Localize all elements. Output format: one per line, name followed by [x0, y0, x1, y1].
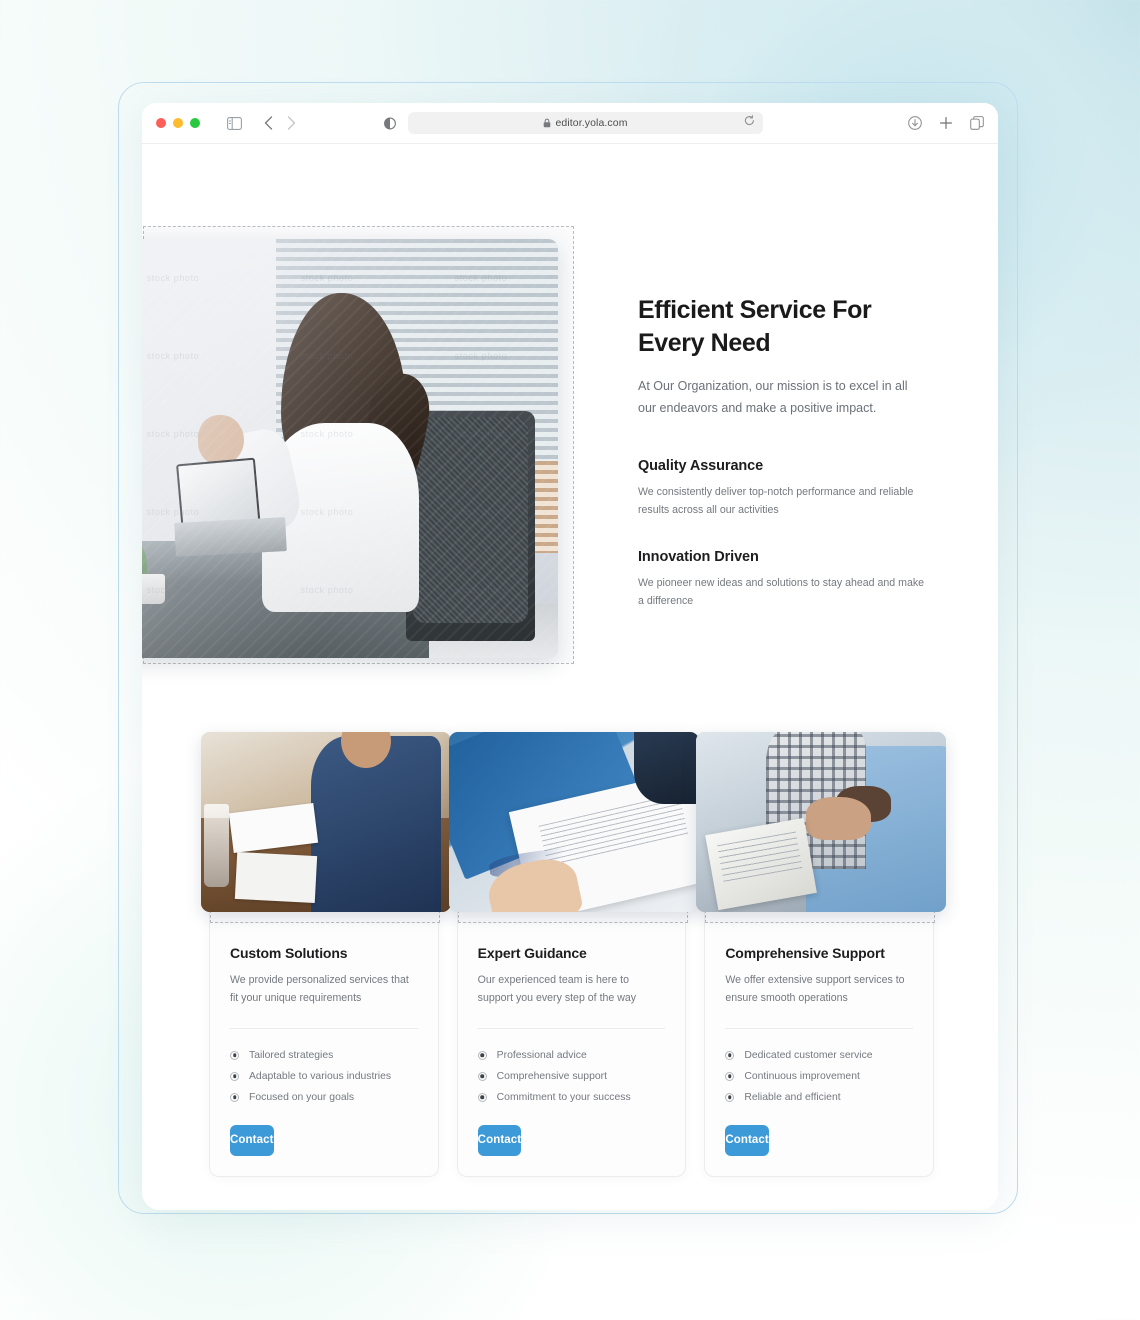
card-image-selection-outline[interactable] [696, 732, 947, 923]
contact-button[interactable]: Contact [230, 1124, 274, 1156]
close-window-button[interactable] [156, 118, 166, 128]
feature-title: Quality Assurance [638, 457, 764, 474]
hero-text-block: Efficient Service For Every Need At Our … [638, 294, 926, 611]
card-image[interactable] [448, 732, 699, 912]
card-bullet-list: Tailored strategies Adaptable to various… [230, 1045, 418, 1108]
address-bar-url: editor.yola.com [555, 117, 628, 129]
plus-icon[interactable] [939, 116, 953, 130]
list-item-label: Tailored strategies [249, 1049, 334, 1061]
toolbar-right-actions [908, 116, 984, 130]
stock-watermark-pattern [142, 239, 558, 658]
hero-lead-text: At Our Organization, our mission is to e… [638, 379, 908, 415]
service-card-custom-solutions[interactable]: Custom Solutions We provide personalized… [201, 732, 451, 1177]
card-bullet-list: Dedicated customer service Continuous im… [725, 1045, 913, 1108]
list-item-label: Dedicated customer service [744, 1049, 873, 1061]
browser-toolbar: editor.yola.com [142, 103, 998, 144]
list-item-label: Commitment to your success [496, 1091, 631, 1103]
card-image-artwork [448, 732, 699, 912]
reader-contrast-icon[interactable] [384, 117, 396, 130]
card-divider [725, 1027, 914, 1029]
card-title: Comprehensive Support [725, 945, 885, 961]
bullet-point-icon [725, 1092, 735, 1102]
feature-quality-assurance: Quality Assurance We consistently delive… [638, 458, 926, 519]
bullet-point-icon [477, 1092, 487, 1102]
list-item: Professional advice [477, 1045, 666, 1066]
card-image[interactable] [201, 732, 451, 912]
card-body: Custom Solutions We provide personalized… [210, 923, 438, 1108]
card-image-artwork [201, 732, 451, 912]
chevron-left-icon[interactable] [264, 116, 273, 130]
contact-button[interactable]: Contact [725, 1124, 769, 1156]
list-item-label: Reliable and efficient [744, 1091, 841, 1103]
card-bullet-list: Professional advice Comprehensive suppor… [477, 1045, 666, 1108]
card-title: Expert Guidance [477, 945, 587, 961]
feature-innovation-driven: Innovation Driven We pioneer new ideas a… [638, 549, 926, 610]
service-card-expert-guidance[interactable]: Expert Guidance Our experienced team is … [448, 732, 699, 1177]
feature-text: We pioneer new ideas and solutions to st… [638, 577, 925, 608]
sidebar-toggle-icon[interactable] [227, 116, 242, 130]
tab-overview-icon[interactable] [970, 116, 984, 130]
navigation-buttons [264, 116, 296, 130]
traffic-lights [156, 118, 200, 128]
list-item-label: Focused on your goals [249, 1091, 355, 1103]
hero-image[interactable]: stock photostock photostock photostock p… [142, 239, 558, 658]
card-body: Comprehensive Support We offer extensive… [705, 923, 933, 1108]
bullet-point-icon [230, 1071, 239, 1081]
website-canvas: stock photostock photostock photostock p… [142, 144, 998, 1210]
card-description: We offer extensive support services to e… [725, 974, 905, 1005]
page-title: Efficient Service For Every Need [638, 296, 872, 357]
card-divider [230, 1027, 418, 1029]
lock-icon [544, 118, 551, 128]
list-item: Comprehensive support [477, 1066, 666, 1087]
card-title: Custom Solutions [230, 945, 348, 961]
bullet-point-icon [230, 1092, 239, 1102]
list-item: Continuous improvement [725, 1066, 913, 1087]
bullet-point-icon [725, 1071, 735, 1081]
card-image-artwork [696, 732, 947, 912]
bullet-point-icon [477, 1050, 487, 1060]
card-image[interactable] [696, 732, 947, 912]
browser-window: editor.yola.com Efficient Service For Ev… [142, 103, 998, 1210]
list-item-label: Professional advice [496, 1049, 587, 1061]
card-body: Expert Guidance Our experienced team is … [458, 923, 686, 1108]
feature-text: We consistently deliver top-notch perfor… [638, 485, 914, 516]
address-bar[interactable]: editor.yola.com [408, 112, 763, 134]
list-item-label: Continuous improvement [744, 1070, 860, 1082]
feature-title: Innovation Driven [638, 549, 759, 566]
list-item-label: Adaptable to various industries [249, 1070, 392, 1082]
list-item: Commitment to your success [477, 1087, 666, 1108]
contact-button[interactable]: Contact [477, 1124, 522, 1156]
card-description: Our experienced team is here to support … [477, 974, 637, 1005]
maximize-window-button[interactable] [190, 118, 200, 128]
list-item: Reliable and efficient [725, 1087, 913, 1108]
list-item-label: Comprehensive support [496, 1070, 607, 1082]
card-image-selection-outline[interactable] [448, 732, 699, 923]
download-icon[interactable] [908, 116, 922, 130]
bullet-point-icon [725, 1050, 735, 1060]
list-item: Dedicated customer service [725, 1045, 913, 1066]
card-image-selection-outline[interactable] [201, 732, 451, 923]
list-item: Focused on your goals [230, 1087, 418, 1108]
bullet-point-icon [477, 1071, 487, 1081]
address-bar-text-group: editor.yola.com [416, 117, 755, 129]
service-card-comprehensive-support[interactable]: Comprehensive Support We offer extensive… [696, 732, 947, 1177]
minimize-window-button[interactable] [173, 118, 183, 128]
list-item: Tailored strategies [230, 1045, 418, 1066]
service-cards-row: Custom Solutions We provide personalized… [201, 732, 947, 1177]
list-item: Adaptable to various industries [230, 1066, 418, 1087]
chevron-right-icon[interactable] [287, 116, 296, 130]
bullet-point-icon [230, 1050, 239, 1060]
reload-icon[interactable] [744, 114, 755, 132]
card-description: We provide personalized services that fi… [230, 974, 409, 1005]
card-divider [477, 1027, 666, 1029]
